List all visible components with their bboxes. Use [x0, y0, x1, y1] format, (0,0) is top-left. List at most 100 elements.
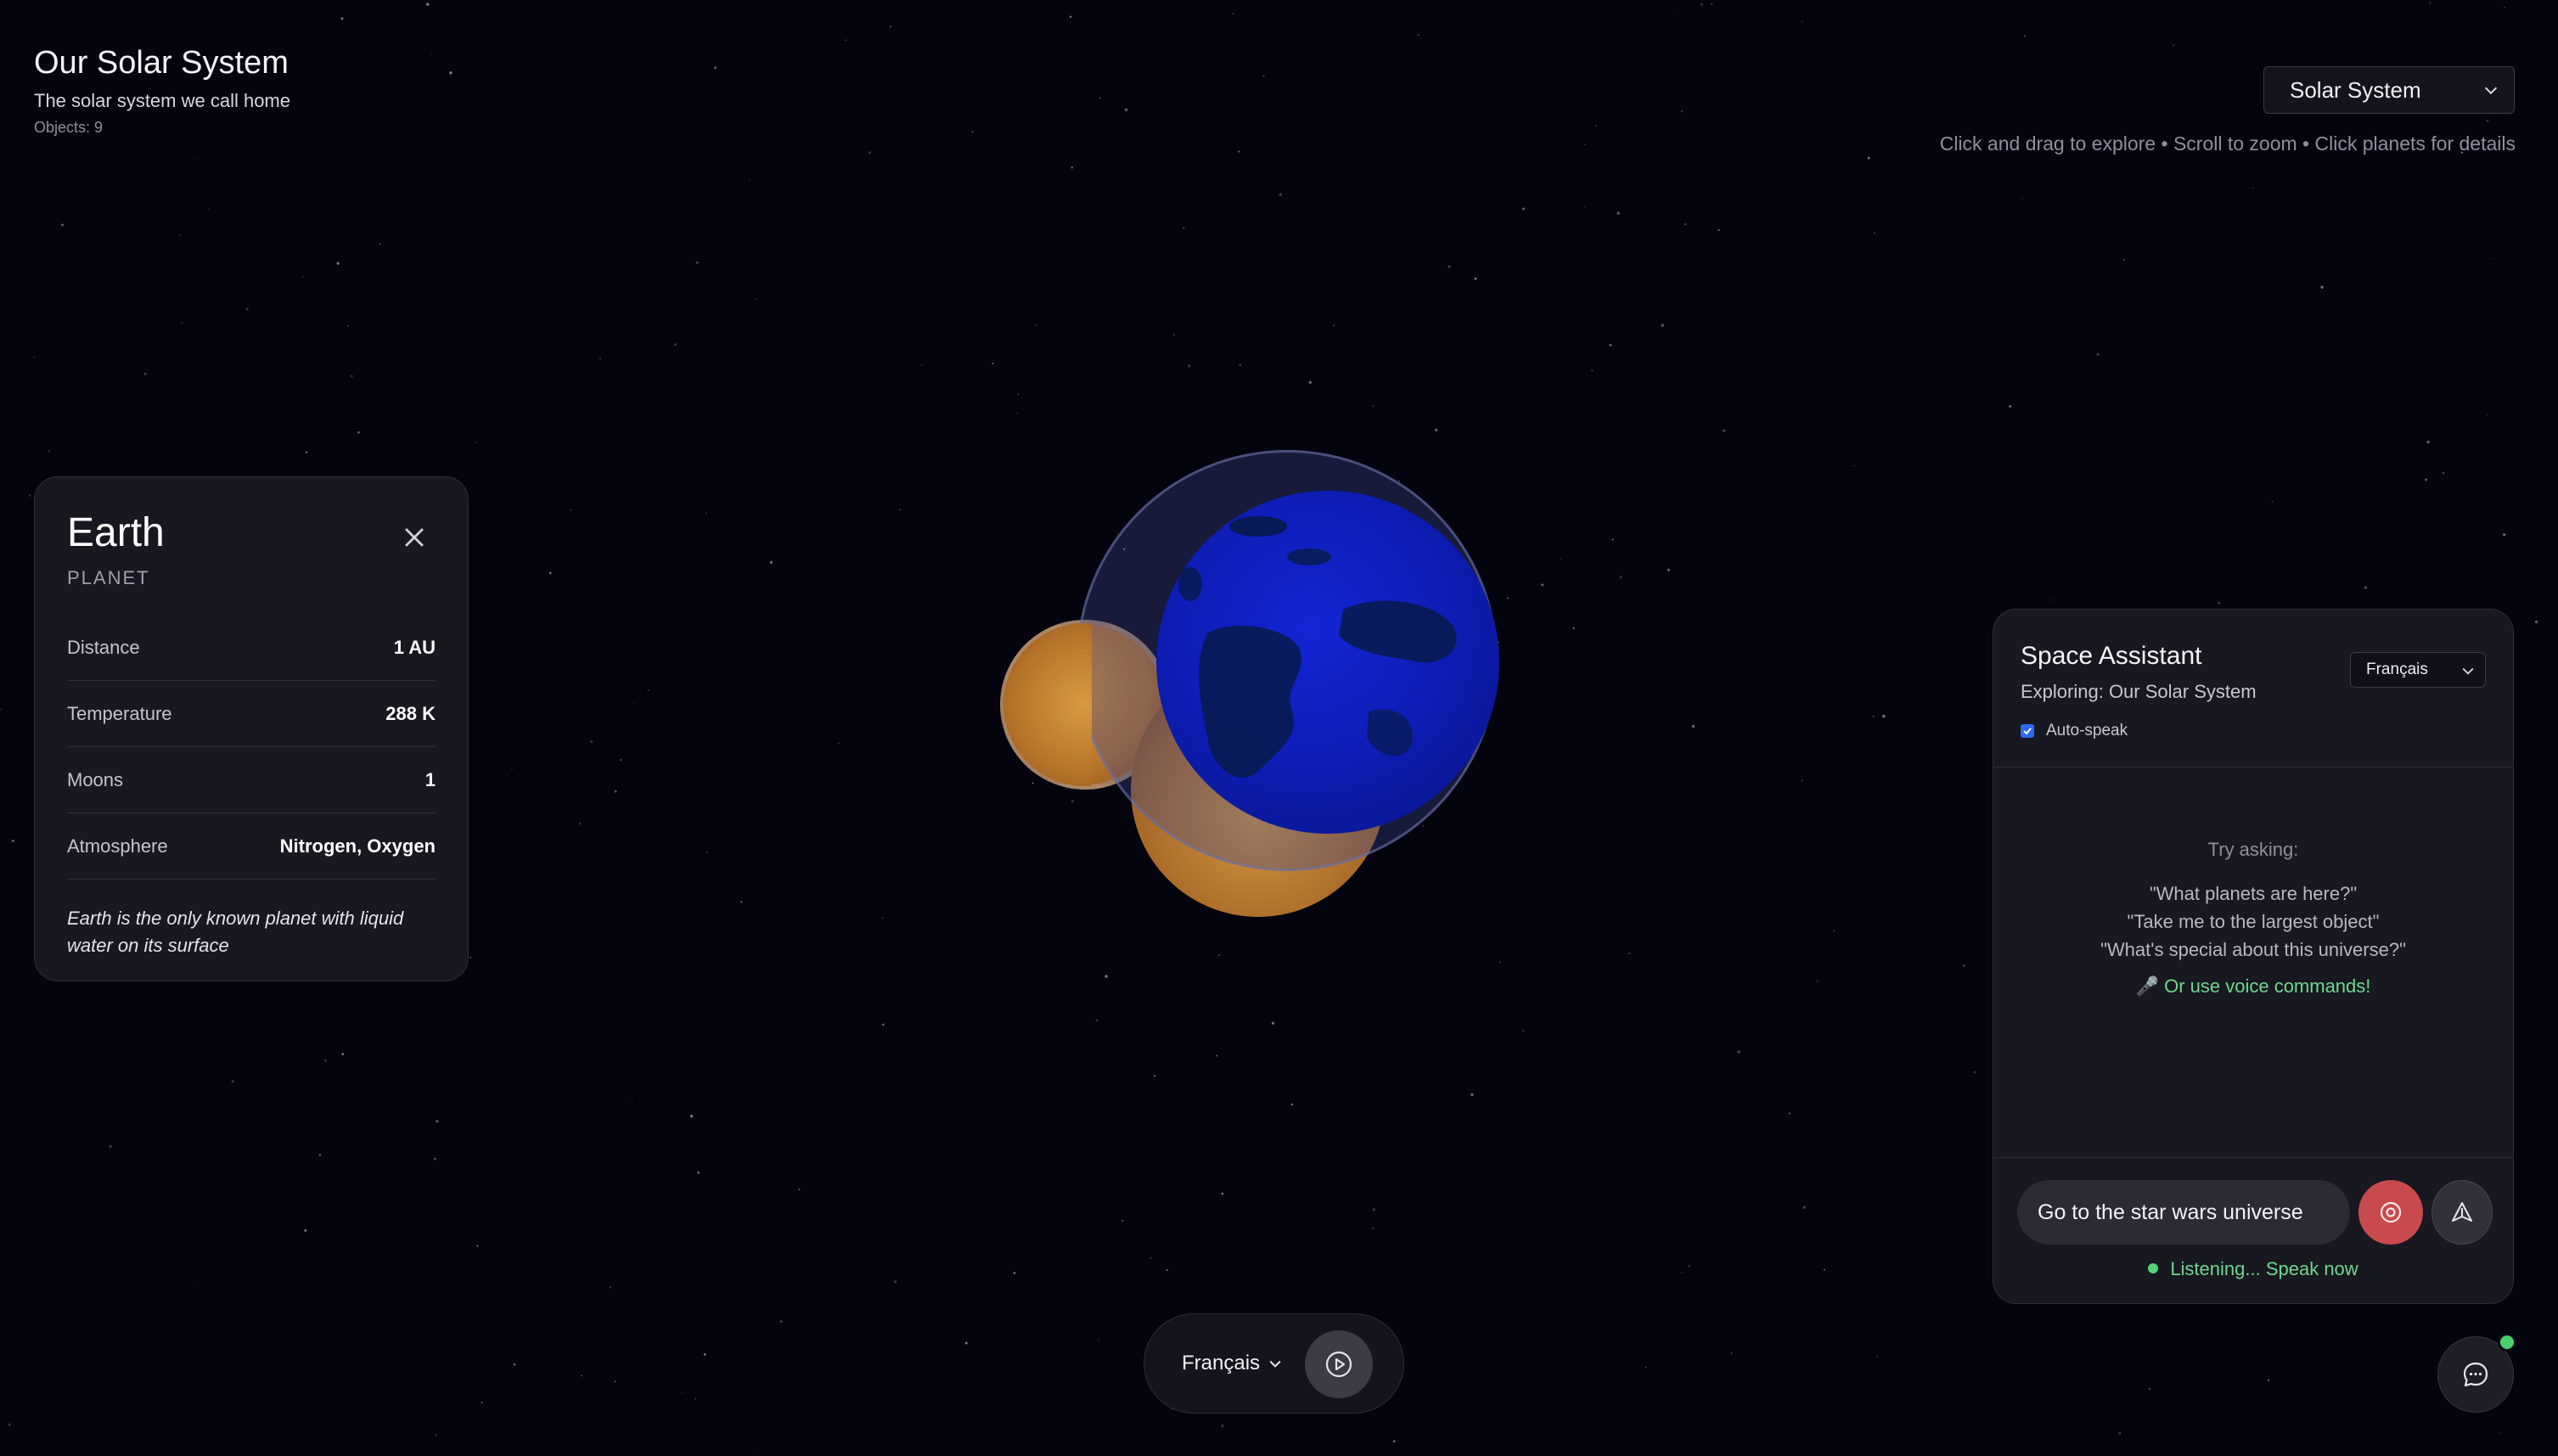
star [1098, 1340, 1099, 1341]
star [1417, 34, 1420, 37]
suggestion-item[interactable]: "What planets are here?" [1993, 880, 2513, 908]
auto-speak-checkbox[interactable] [2021, 724, 2034, 738]
header: Our Solar System The solar system we cal… [34, 45, 290, 137]
planet-earth[interactable] [1156, 491, 1499, 834]
star [1801, 20, 1803, 22]
assistant-language-select[interactable]: Français [2350, 652, 2486, 688]
star [899, 509, 901, 510]
star [2492, 258, 2494, 260]
star [1099, 97, 1101, 98]
star [920, 363, 923, 366]
play-narration-button[interactable] [1305, 1330, 1373, 1398]
assistant-input-area: Listening... Speak now [1993, 1157, 2513, 1303]
info-label: Temperature [67, 702, 172, 724]
close-icon[interactable] [400, 523, 429, 552]
star [1522, 207, 1526, 211]
info-row-moons: Moons 1 [67, 747, 436, 813]
star [2009, 405, 2012, 408]
star [894, 1280, 897, 1284]
send-button[interactable] [2432, 1180, 2493, 1245]
star [2498, 1431, 2500, 1433]
star [1872, 716, 1875, 717]
star [1616, 211, 1620, 215]
star [476, 1245, 479, 1247]
star [434, 1157, 436, 1161]
star [971, 130, 974, 133]
info-label: Distance [67, 636, 140, 658]
star [838, 742, 840, 744]
star [1279, 193, 1282, 196]
star [881, 917, 884, 919]
auto-speak-label: Auto-speak [2046, 722, 2128, 739]
auto-speak-toggle[interactable]: Auto-speak [2021, 722, 2486, 740]
suggestion-item[interactable]: "Take me to the largest object" [1993, 908, 2513, 936]
star [1541, 583, 1544, 587]
star [681, 1391, 683, 1393]
star [1874, 232, 1875, 234]
mic-button[interactable] [2358, 1180, 2423, 1245]
star [0, 708, 2, 711]
star [379, 243, 381, 245]
star [2271, 500, 2274, 503]
chevron-down-icon [2462, 667, 2474, 675]
star [695, 261, 699, 264]
universe-select[interactable]: Solar System [2263, 66, 2515, 114]
star [1013, 1272, 1016, 1274]
star [181, 322, 183, 324]
suggestion-item[interactable]: "What's special about this universe?" [1993, 936, 2513, 964]
star [1372, 1228, 1374, 1229]
check-icon [2023, 728, 2032, 735]
star [1788, 1112, 1791, 1115]
star [340, 17, 344, 20]
star [1688, 1265, 1690, 1268]
star [1723, 429, 1726, 432]
record-icon [2380, 1201, 2402, 1223]
star [436, 1120, 439, 1123]
narration-language-select[interactable]: Français [1182, 1352, 1284, 1375]
star [1435, 429, 1438, 432]
listening-dot-icon [2148, 1263, 2159, 1274]
star [748, 179, 751, 181]
star [1239, 363, 1241, 366]
star [964, 1341, 968, 1345]
star [430, 53, 432, 55]
info-row-atmosphere: Atmosphere Nitrogen, Oxygen [67, 813, 436, 880]
star [2052, 599, 2054, 601]
star [1221, 1424, 1224, 1428]
star [1681, 1272, 1683, 1273]
star [2148, 1387, 2150, 1390]
star [1271, 1021, 1274, 1025]
star [194, 159, 196, 160]
star [1016, 393, 1020, 396]
command-input[interactable] [2017, 1180, 2350, 1245]
star [1372, 1208, 1375, 1211]
chevron-down-icon [2484, 87, 2498, 95]
star [581, 1374, 583, 1377]
info-value: 1 AU [393, 636, 436, 658]
star [61, 223, 64, 227]
star [868, 151, 871, 155]
star [631, 1098, 632, 1099]
star [703, 1353, 706, 1356]
star [435, 1434, 437, 1436]
star [2426, 441, 2430, 444]
listening-status: Listening... Speak now [1993, 1258, 2513, 1280]
star [2023, 34, 2027, 37]
star [1095, 1019, 1099, 1022]
play-icon [1325, 1351, 1352, 1378]
voice-command-hint: 🎤 Or use voice commands! [2135, 975, 2371, 997]
star [2096, 352, 2100, 357]
star [1372, 405, 1375, 408]
planet-viewport[interactable] [993, 450, 1503, 917]
star [578, 822, 582, 825]
info-value: 1 [424, 768, 436, 790]
star [481, 1402, 483, 1404]
try-asking-title: Try asking: [2207, 839, 2299, 860]
star [1973, 1071, 1976, 1074]
assistant-language-value: Français [2366, 661, 2428, 678]
info-row-distance: Distance 1 AU [67, 615, 436, 681]
star [1233, 13, 1234, 14]
star [1150, 1256, 1152, 1259]
info-label: Moons [67, 768, 124, 790]
planet-name: Earth [67, 510, 165, 555]
